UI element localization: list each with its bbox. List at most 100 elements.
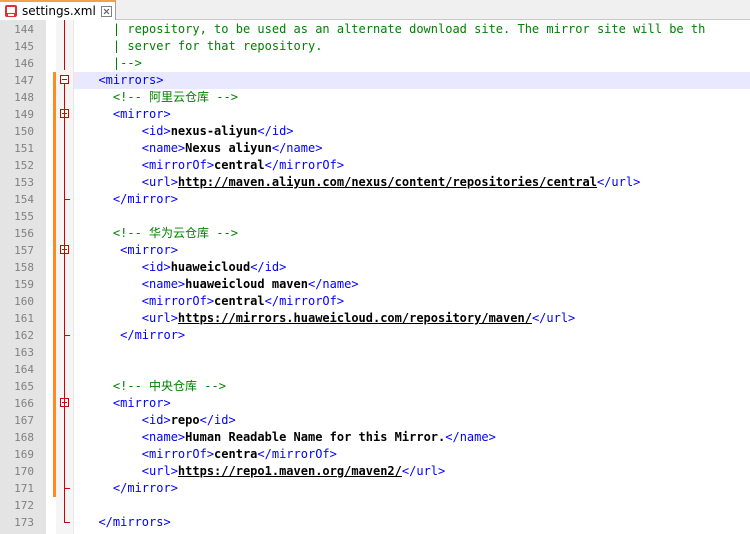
code-line[interactable]: 147 <mirrors> — [0, 72, 750, 89]
tab-settings-xml[interactable]: settings.xml — [0, 0, 116, 20]
code-text: | repository, to be used as an alternate… — [84, 21, 705, 38]
change-marker — [53, 412, 56, 429]
line-number: 153 — [14, 176, 34, 189]
code-token: Nexus aliyun — [185, 141, 272, 155]
code-line[interactable]: 150 <id>nexus-aliyun</id> — [0, 123, 750, 140]
change-marker — [53, 174, 56, 191]
code-line[interactable]: 171 </mirror> — [0, 480, 750, 497]
code-token: </mirrorOf> — [257, 447, 337, 461]
code-line[interactable]: 172 — [0, 497, 750, 514]
code-line[interactable]: 163 — [0, 344, 750, 361]
fold-end-marker — [64, 199, 70, 200]
code-line[interactable]: 151 <name>Nexus aliyun</name> — [0, 140, 750, 157]
change-marker — [53, 89, 56, 106]
code-token: <!-- 中央仓库 --> — [84, 379, 226, 393]
code-token: <url> — [84, 311, 178, 325]
code-line[interactable]: 153 <url>http://maven.aliyun.com/nexus/c… — [0, 174, 750, 191]
line-number: 147 — [14, 74, 34, 87]
code-token: nexus-aliyun — [170, 124, 258, 138]
code-text: </mirrors> — [84, 514, 171, 531]
code-line[interactable]: 157 <mirror> — [0, 242, 750, 259]
code-line[interactable]: 168 <name>Human Readable Name for this M… — [0, 429, 750, 446]
tab-label: settings.xml — [22, 4, 96, 18]
code-token: huaweicloud — [170, 260, 251, 274]
code-line[interactable]: 162 </mirror> — [0, 327, 750, 344]
code-line[interactable]: 166 <mirror> — [0, 395, 750, 412]
code-line[interactable]: 156 <!-- 华为云仓库 --> — [0, 225, 750, 242]
code-text: </mirror> — [84, 191, 178, 208]
line-number: 168 — [14, 431, 34, 444]
code-token: <name> — [84, 430, 186, 444]
code-line[interactable]: 169 <mirrorOf>centra</mirrorOf> — [0, 446, 750, 463]
code-token: <mirrorOf> — [84, 294, 215, 308]
line-number: 145 — [14, 40, 34, 53]
code-token: </name> — [307, 277, 359, 291]
code-line[interactable]: 165 <!-- 中央仓库 --> — [0, 378, 750, 395]
code-line[interactable]: 149 <mirror> — [0, 106, 750, 123]
line-number: 171 — [14, 482, 34, 495]
change-marker — [53, 276, 56, 293]
code-line[interactable]: 158 <id>huaweicloud</id> — [0, 259, 750, 276]
code-line[interactable]: 164 — [0, 361, 750, 378]
fold-guide — [64, 118, 65, 199]
code-line[interactable]: 159 <name>huaweicloud maven</name> — [0, 276, 750, 293]
change-marker — [53, 157, 56, 174]
code-token: |--> — [84, 56, 142, 70]
change-marker — [53, 361, 56, 378]
change-marker — [53, 429, 56, 446]
close-icon[interactable] — [101, 5, 112, 17]
code-line[interactable]: 148 <!-- 阿里云仓库 --> — [0, 89, 750, 106]
code-line[interactable]: 146 |--> — [0, 55, 750, 72]
fold-toggle-icon[interactable] — [60, 75, 69, 84]
code-token: <url> — [84, 175, 178, 189]
change-marker — [53, 208, 56, 225]
code-text: <url>http://maven.aliyun.com/nexus/conte… — [84, 174, 641, 191]
code-line[interactable]: 160 <mirrorOf>central</mirrorOf> — [0, 293, 750, 310]
code-text: </mirror> — [84, 327, 185, 344]
code-token: central — [214, 294, 265, 308]
code-token: </mirrors> — [84, 515, 171, 529]
line-number: 160 — [14, 295, 34, 308]
code-token: https://mirrors.huaweicloud.com/reposito… — [177, 311, 532, 325]
code-line[interactable]: 154 </mirror> — [0, 191, 750, 208]
code-line[interactable]: 145 | server for that repository. — [0, 38, 750, 55]
code-token: </url> — [596, 175, 641, 189]
code-line[interactable]: 144 | repository, to be used as an alter… — [0, 21, 750, 38]
code-token: | server for that repository. — [84, 39, 323, 53]
code-line[interactable]: 167 <id>repo</id> — [0, 412, 750, 429]
line-number: 169 — [14, 448, 34, 461]
code-text: <mirror> — [84, 395, 171, 412]
line-number: 172 — [14, 499, 34, 512]
code-token: centra — [214, 447, 258, 461]
code-line[interactable]: 152 <mirrorOf>central</mirrorOf> — [0, 157, 750, 174]
code-line[interactable]: 173 </mirrors> — [0, 514, 750, 531]
line-number: 144 — [14, 23, 34, 36]
line-number: 167 — [14, 414, 34, 427]
change-marker — [53, 293, 56, 310]
code-token: </mirror> — [84, 192, 178, 206]
code-text: <name>Human Readable Name for this Mirro… — [84, 429, 496, 446]
code-text: <mirror> — [84, 106, 171, 123]
code-token: huaweicloud maven — [185, 277, 308, 291]
code-token: <name> — [84, 141, 186, 155]
code-text: <!-- 阿里云仓库 --> — [84, 89, 238, 106]
code-line[interactable]: 155 — [0, 208, 750, 225]
code-token: </mirror> — [84, 328, 186, 342]
code-token: <id> — [84, 413, 171, 427]
code-token: http://maven.aliyun.com/nexus/content/re… — [177, 175, 597, 189]
code-token: <url> — [84, 464, 178, 478]
change-marker — [53, 140, 56, 157]
code-token: <id> — [84, 124, 171, 138]
line-number: 164 — [14, 363, 34, 376]
current-line-highlight — [74, 72, 750, 89]
code-token: </url> — [531, 311, 576, 325]
line-number: 166 — [14, 397, 34, 410]
line-number: 150 — [14, 125, 34, 138]
code-line[interactable]: 170 <url>https://repo1.maven.org/maven2/… — [0, 463, 750, 480]
line-number: 148 — [14, 91, 34, 104]
code-editor[interactable]: 144 | repository, to be used as an alter… — [0, 20, 750, 534]
code-line[interactable]: 161 <url>https://mirrors.huaweicloud.com… — [0, 310, 750, 327]
line-number: 149 — [14, 108, 34, 121]
line-number: 165 — [14, 380, 34, 393]
code-token: <mirrorOf> — [84, 158, 215, 172]
